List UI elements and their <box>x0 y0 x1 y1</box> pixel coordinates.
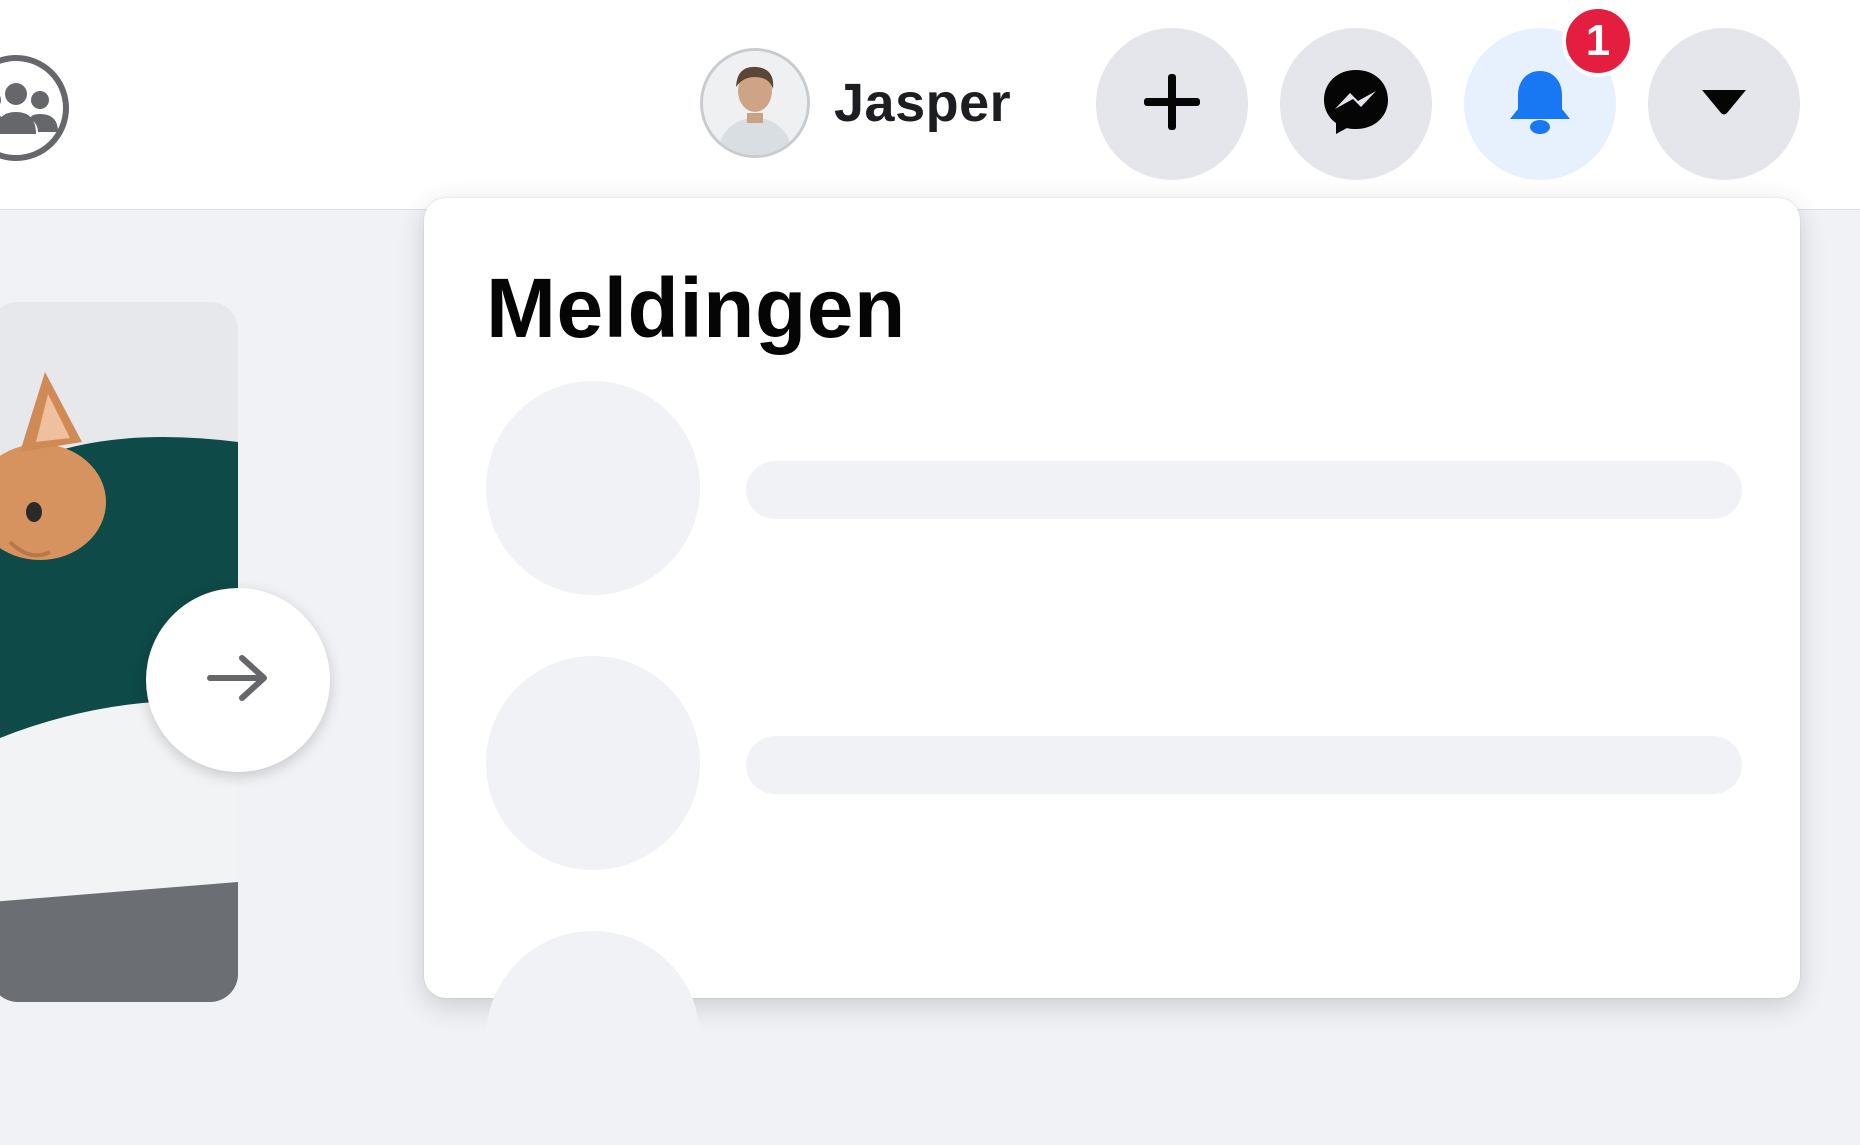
notifications-panel: Meldingen <box>424 198 1800 1145</box>
loading-placeholder-row <box>486 381 1746 595</box>
notifications-badge: 1 <box>1562 5 1634 77</box>
messenger-icon <box>1321 67 1391 142</box>
top-navigation-bar: Jasper 1 <box>0 0 1860 210</box>
loading-placeholder-row <box>486 656 1746 870</box>
placeholder-avatar <box>486 381 700 595</box>
messenger-button[interactable] <box>1280 28 1432 180</box>
arrow-right-icon <box>206 652 270 709</box>
panel-title: Meldingen <box>486 261 906 355</box>
placeholder-avatar <box>486 931 700 1145</box>
groups-icon[interactable] <box>0 52 72 164</box>
bell-icon <box>1507 67 1573 142</box>
profile-chip[interactable]: Jasper <box>700 48 1011 158</box>
story-next-button[interactable] <box>146 588 330 772</box>
loading-placeholder-row <box>486 931 1746 1145</box>
plus-icon <box>1140 70 1204 139</box>
avatar <box>700 48 810 158</box>
caret-down-icon <box>1699 87 1749 122</box>
placeholder-text-line <box>746 461 1742 519</box>
account-menu-button[interactable] <box>1648 28 1800 180</box>
create-button[interactable] <box>1096 28 1248 180</box>
placeholder-text-line <box>746 736 1742 794</box>
profile-name: Jasper <box>834 73 1012 133</box>
placeholder-avatar <box>486 656 700 870</box>
